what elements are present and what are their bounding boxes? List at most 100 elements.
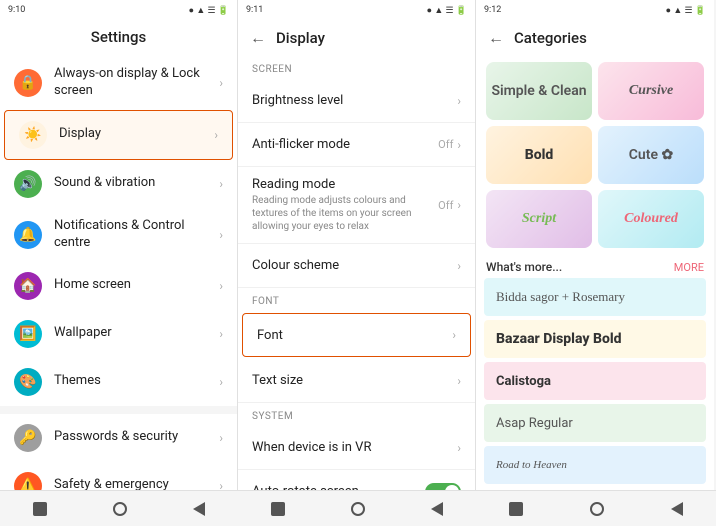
road-label: Road to Heaven xyxy=(496,459,567,471)
category-card-cute[interactable]: Cute ✿ xyxy=(598,126,704,184)
textsize-chevron: › xyxy=(457,374,461,388)
vr-item[interactable]: When device is in VR › xyxy=(238,426,475,470)
settings-item-passwords[interactable]: 🔑 Passwords & security › xyxy=(0,414,237,462)
reading-item[interactable]: Reading mode Reading mode adjusts colour… xyxy=(238,167,475,244)
nav-back-1[interactable] xyxy=(193,502,205,516)
screen-section-label: SCREEN xyxy=(238,56,475,79)
antiflicker-value: Off xyxy=(438,138,453,151)
simple-label: Simple & Clean xyxy=(491,83,586,99)
time-2: 9:11 xyxy=(246,5,263,15)
status-icons-1: ● ▲ ☰ 🔋 xyxy=(189,5,229,16)
font-item[interactable]: Font › xyxy=(242,313,471,357)
bidda-label: Bidda sagor + Rosemary xyxy=(496,289,625,305)
themes-icon: 🎨 xyxy=(14,368,42,396)
category-card-script[interactable]: Script xyxy=(486,190,592,248)
colour-item[interactable]: Colour scheme › xyxy=(238,244,475,288)
brightness-chevron: › xyxy=(457,94,461,108)
antiflicker-chevron: › xyxy=(457,138,461,152)
coloured-label: Coloured xyxy=(624,211,678,227)
categories-header: ← Categories xyxy=(476,20,714,56)
notifications-icon: 🔔 xyxy=(14,221,42,249)
font-section-label: FONT xyxy=(238,288,475,311)
chevron-icon: › xyxy=(219,76,223,90)
status-bar-2: 9:11 ● ▲ ☰ 🔋 xyxy=(238,0,475,20)
antiflicker-text: Anti-flicker mode xyxy=(252,137,438,152)
home-chevron: › xyxy=(219,279,223,293)
reading-value: Off xyxy=(438,199,453,212)
brightness-item[interactable]: Brightness level › xyxy=(238,79,475,123)
colour-text: Colour scheme xyxy=(252,258,457,273)
themes-label-wrapper: Themes xyxy=(54,373,219,390)
nav-square-3[interactable] xyxy=(509,502,523,516)
back-button-2[interactable]: ← xyxy=(250,28,266,48)
square-icon-1 xyxy=(33,502,47,516)
category-card-coloured[interactable]: Coloured xyxy=(598,190,704,248)
display-panel: 9:11 ● ▲ ☰ 🔋 ← Display SCREEN Brightness… xyxy=(238,0,476,526)
category-card-bold[interactable]: Bold xyxy=(486,126,592,184)
home-icon: 🏠 xyxy=(14,272,42,300)
passwords-label-wrapper: Passwords & security xyxy=(54,429,219,446)
textsize-item[interactable]: Text size › xyxy=(238,359,475,403)
display-label: Display xyxy=(59,126,214,143)
settings-item-display[interactable]: ☀️ Display › xyxy=(4,110,233,160)
nav-back-2[interactable] xyxy=(431,502,443,516)
back-button-3[interactable]: ← xyxy=(488,28,504,48)
display-screen: 9:11 ● ▲ ☰ 🔋 ← Display SCREEN Brightness… xyxy=(238,0,476,526)
display-icon: ☀️ xyxy=(19,121,47,149)
triangle-icon-2 xyxy=(431,502,443,516)
vr-chevron: › xyxy=(457,441,461,455)
circle-icon-3 xyxy=(590,502,604,516)
settings-item-lock[interactable]: 🔒 Always-on display & Lock screen › xyxy=(0,56,237,110)
settings-item-themes[interactable]: 🎨 Themes › xyxy=(0,358,237,406)
category-card-cursive[interactable]: Cursive xyxy=(598,62,704,120)
settings-item-home[interactable]: 🏠 Home screen › xyxy=(0,262,237,310)
display-title: Display xyxy=(276,29,325,47)
nav-square-1[interactable] xyxy=(33,502,47,516)
cursive-label: Cursive xyxy=(629,83,673,99)
circle-icon-1 xyxy=(113,502,127,516)
display-header: ← Display xyxy=(238,20,475,56)
display-chevron: › xyxy=(214,128,218,142)
bold-label: Bold xyxy=(525,147,554,163)
square-icon-3 xyxy=(509,502,523,516)
font-chevron: › xyxy=(452,328,456,342)
reading-text: Reading mode Reading mode adjusts colour… xyxy=(252,177,438,233)
nav-circle-2[interactable] xyxy=(351,502,365,516)
category-card-simple[interactable]: Simple & Clean xyxy=(486,62,592,120)
brightness-text: Brightness level xyxy=(252,93,457,108)
settings-screen: 9:10 ● ▲ ☰ 🔋 Settings 🔒 Always-on displa… xyxy=(0,0,238,526)
passwords-chevron: › xyxy=(219,431,223,445)
settings-item-notifications[interactable]: 🔔 Notifications & Control centre › xyxy=(0,208,237,262)
status-bar-3: 9:12 ● ▲ ☰ 🔋 xyxy=(476,0,714,20)
settings-item-sound[interactable]: 🔊 Sound & vibration › xyxy=(0,160,237,208)
categories-screen: 9:12 ● ▲ ☰ 🔋 ← Categories Simple & Clean… xyxy=(476,0,714,526)
lock-icon: 🔒 xyxy=(14,69,42,97)
whats-more-section: What's more... MORE xyxy=(476,254,714,278)
font-text: Font xyxy=(257,328,452,343)
nav-back-3[interactable] xyxy=(671,502,683,516)
triangle-icon-1 xyxy=(193,502,205,516)
more-link[interactable]: MORE xyxy=(674,261,704,274)
font-item-bidda[interactable]: Bidda sagor + Rosemary xyxy=(484,278,706,316)
nav-square-2[interactable] xyxy=(271,502,285,516)
status-bar-1: 9:10 ● ▲ ☰ 🔋 xyxy=(0,0,237,20)
font-item-calistoga[interactable]: Calistoga xyxy=(484,362,706,400)
font-item-asap[interactable]: Asap Regular xyxy=(484,404,706,442)
colour-chevron: › xyxy=(457,259,461,273)
vr-text: When device is in VR xyxy=(252,440,457,455)
sound-chevron: › xyxy=(219,177,223,191)
textsize-text: Text size xyxy=(252,373,457,388)
reading-chevron: › xyxy=(457,198,461,212)
time-1: 9:10 xyxy=(8,5,25,15)
font-item-road[interactable]: Road to Heaven xyxy=(484,446,706,484)
wallpaper-icon: 🖼️ xyxy=(14,320,42,348)
nav-circle-3[interactable] xyxy=(590,502,604,516)
antiflicker-item[interactable]: Anti-flicker mode Off › xyxy=(238,123,475,167)
settings-item-wallpaper[interactable]: 🖼️ Wallpaper › xyxy=(0,310,237,358)
calistoga-label: Calistoga xyxy=(496,374,551,389)
nav-circle-1[interactable] xyxy=(113,502,127,516)
category-grid: Simple & Clean Cursive Bold Cute ✿ Scrip… xyxy=(476,56,714,254)
categories-title: Categories xyxy=(514,29,587,47)
circle-icon-2 xyxy=(351,502,365,516)
font-item-bazaar[interactable]: Bazaar Display Bold xyxy=(484,320,706,358)
